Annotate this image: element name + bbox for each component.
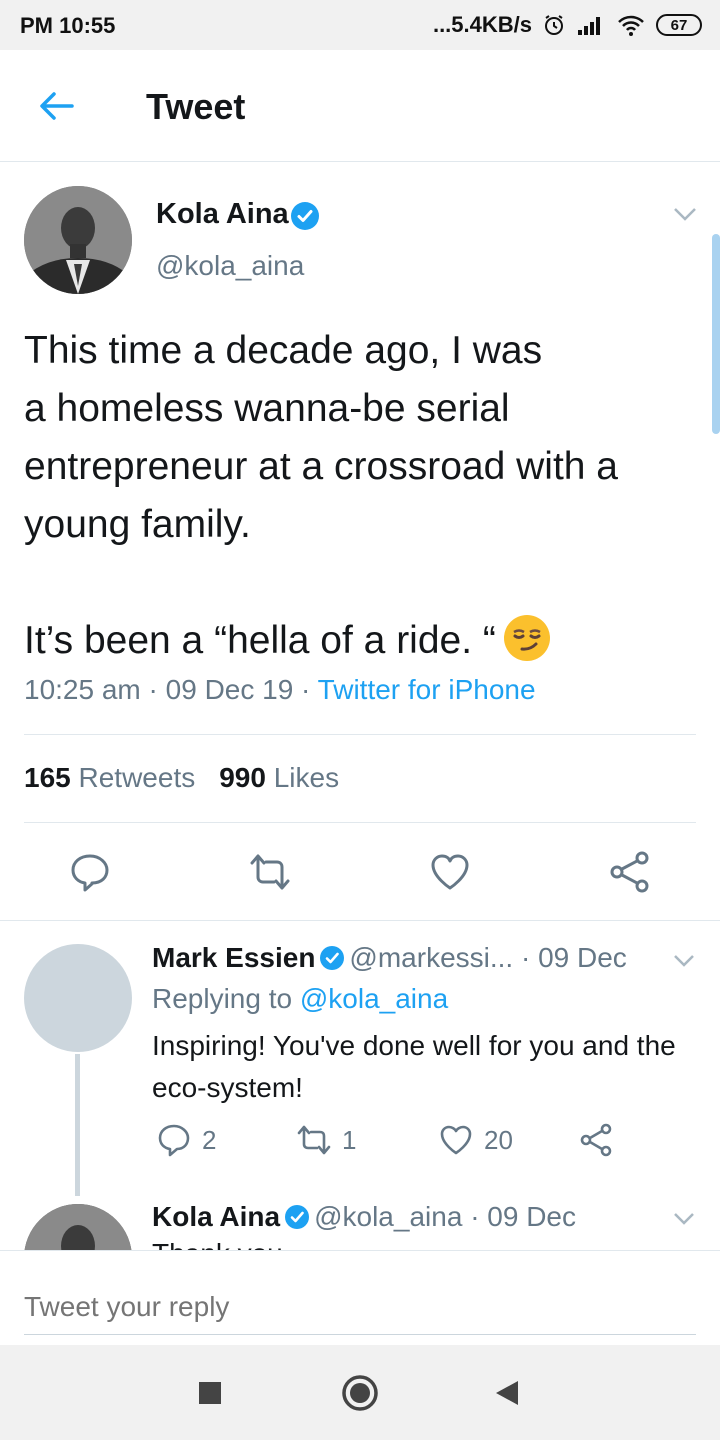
reply-date: · 09 Dec — [470, 1201, 577, 1232]
reply-composer — [0, 1250, 720, 1345]
reply-input[interactable] — [24, 1279, 696, 1335]
reply-icon[interactable] — [156, 1122, 192, 1158]
chevron-down-icon[interactable] — [672, 1210, 696, 1228]
reply-header: Kola Aina @kola_aina · 09 Dec — [152, 1201, 576, 1233]
verified-badge-icon — [291, 202, 319, 230]
home-circle-icon[interactable] — [340, 1373, 380, 1413]
meta-separator: · — [140, 674, 166, 705]
reply-date: · 09 Dec — [520, 942, 627, 973]
reply-action-retweet[interactable]: 1 — [296, 1122, 356, 1158]
back-arrow-icon[interactable] — [34, 84, 78, 128]
share-icon[interactable] — [578, 1122, 614, 1158]
divider — [0, 920, 720, 921]
tweet-date: 09 Dec 19 — [165, 674, 294, 705]
recents-square-icon[interactable] — [190, 1373, 230, 1413]
smirking-face-emoji — [503, 615, 550, 661]
likes-count[interactable]: 990 — [219, 762, 266, 793]
replying-label: Replying to — [152, 983, 293, 1014]
status-time: PM 10:55 — [20, 13, 116, 38]
meta-separator: · — [293, 674, 318, 705]
share-icon[interactable] — [608, 850, 652, 894]
like-heart-icon[interactable] — [428, 850, 472, 894]
retweets-count[interactable]: 165 — [24, 762, 71, 793]
chevron-down-icon[interactable] — [672, 204, 698, 224]
replying-to-handle[interactable]: @kola_aina — [300, 983, 448, 1014]
app-header: Tweet — [0, 50, 720, 162]
thread-line — [75, 1054, 80, 1196]
reply-author-name[interactable]: Mark Essien — [152, 942, 315, 973]
reply-avatar[interactable] — [24, 944, 132, 1052]
status-icons: ...5.4KB/s 67 — [433, 12, 702, 38]
wifi-icon — [618, 15, 644, 36]
chevron-down-icon[interactable] — [672, 952, 696, 970]
tweet-time: 10:25 am — [24, 674, 141, 705]
like-heart-icon[interactable] — [438, 1122, 474, 1158]
like-count: 20 — [484, 1124, 513, 1155]
reply-author-handle[interactable]: @kola_aina — [314, 1201, 462, 1232]
tweet-stats: 165 Retweets 990 Likes — [24, 762, 339, 794]
retweet-icon[interactable] — [248, 850, 292, 894]
back-triangle-icon[interactable] — [488, 1373, 528, 1413]
reply-action-share[interactable] — [578, 1122, 614, 1158]
reply-author-name[interactable]: Kola Aina — [152, 1201, 280, 1232]
reply-action-reply[interactable]: 2 — [156, 1122, 216, 1158]
reply-author-handle[interactable]: @markessi... — [349, 942, 513, 973]
reply-action-like[interactable]: 20 — [438, 1122, 513, 1158]
reply-text: Inspiring! You've done well for you and … — [152, 1030, 676, 1103]
alarm-icon — [545, 15, 563, 35]
author-avatar[interactable] — [24, 186, 132, 294]
author-name[interactable]: Kola Aina — [156, 198, 289, 231]
scroll-indicator[interactable] — [712, 234, 720, 434]
system-nav-bar — [0, 1345, 720, 1440]
status-bar: PM 10:55 ...5.4KB/s 67 — [0, 0, 720, 50]
divider — [24, 734, 696, 735]
divider — [24, 822, 696, 823]
reply-header: Mark Essien @markessi... · 09 Dec — [152, 942, 627, 974]
network-speed: ...5.4KB/s — [432, 12, 532, 37]
author-handle[interactable]: @kola_aina — [156, 250, 304, 282]
retweets-label[interactable]: Retweets — [79, 762, 196, 793]
reply-count: 2 — [202, 1124, 217, 1155]
tweet-source-link[interactable]: Twitter for iPhone — [318, 674, 536, 705]
retweet-icon[interactable] — [296, 1122, 332, 1158]
tweet-meta: 10:25 am · 09 Dec 19 · Twitter for iPhon… — [24, 674, 536, 706]
verified-badge-icon — [320, 946, 345, 970]
page-title: Tweet — [146, 86, 246, 127]
likes-label[interactable]: Likes — [274, 762, 339, 793]
replying-to: Replying to @kola_aina — [152, 983, 448, 1015]
retweet-count: 1 — [342, 1124, 357, 1155]
battery-icon: 67 — [656, 14, 702, 36]
signal-icon — [578, 17, 600, 35]
tweet-text: This time a decade ago, I was a homeless… — [24, 322, 704, 670]
reply-text: Thank you — [152, 1238, 283, 1250]
reply-icon[interactable] — [68, 850, 112, 894]
verified-badge-icon — [285, 1205, 310, 1229]
